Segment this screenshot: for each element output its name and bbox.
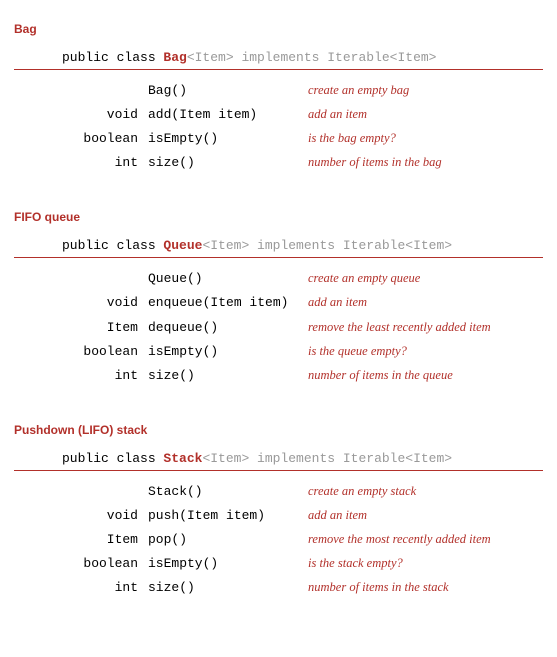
method-signature: size() [148,577,308,599]
class-generic: <Item> [202,451,249,466]
method-description: create an empty stack [308,481,543,502]
method-description: remove the most recently added item [308,529,543,550]
method-row: booleanisEmpty()is the queue empty? [62,341,543,363]
method-row: Stack()create an empty stack [62,481,543,503]
method-description: number of items in the queue [308,365,543,386]
method-signature: isEmpty() [148,128,308,150]
method-description: create an empty queue [308,268,543,289]
method-description: is the queue empty? [308,341,543,362]
method-description: add an item [308,505,543,526]
class-implements: implements Iterable<Item> [249,238,452,253]
method-description: is the stack empty? [308,553,543,574]
class-prefix: public class [62,451,163,466]
method-return-type: int [62,365,148,387]
method-return-type: void [62,292,148,314]
method-row: Queue()create an empty queue [62,268,543,290]
api-section: FIFO queue public class Queue<Item> imple… [14,210,543,386]
class-generic: <Item> [187,50,234,65]
class-name: Queue [163,238,202,253]
class-prefix: public class [62,50,163,65]
method-signature: dequeue() [148,317,308,339]
method-description: add an item [308,104,543,125]
class-implements: implements Iterable<Item> [234,50,437,65]
method-row: voidenqueue(Item item)add an item [62,292,543,314]
method-row: intsize()number of items in the bag [62,152,543,174]
method-description: remove the least recently added item [308,317,543,338]
class-implements: implements Iterable<Item> [249,451,452,466]
method-signature: Bag() [148,80,308,102]
section-title: FIFO queue [14,210,543,224]
method-table: Stack()create an empty stackvoidpush(Ite… [14,481,543,599]
class-name: Stack [163,451,202,466]
method-signature: isEmpty() [148,553,308,575]
method-row: intsize()number of items in the stack [62,577,543,599]
method-return-type: boolean [62,553,148,575]
method-return-type: Item [62,317,148,339]
method-signature: size() [148,365,308,387]
method-row: Itemdequeue()remove the least recently a… [62,317,543,339]
method-row: Itempop()remove the most recently added … [62,529,543,551]
method-signature: push(Item item) [148,505,308,527]
method-row: Bag()create an empty bag [62,80,543,102]
class-declaration: public class Bag<Item> implements Iterab… [14,50,543,70]
method-signature: enqueue(Item item) [148,292,308,314]
api-section: Bagpublic class Bag<Item> implements Ite… [14,22,543,174]
section-title: Pushdown (LIFO) stack [14,423,543,437]
method-signature: add(Item item) [148,104,308,126]
method-row: booleanisEmpty()is the bag empty? [62,128,543,150]
method-signature: Queue() [148,268,308,290]
method-return-type: int [62,577,148,599]
class-declaration: public class Stack<Item> implements Iter… [14,451,543,471]
method-row: voidpush(Item item)add an item [62,505,543,527]
class-declaration: public class Queue<Item> implements Iter… [14,238,543,258]
method-description: is the bag empty? [308,128,543,149]
method-description: number of items in the stack [308,577,543,598]
method-row: voidadd(Item item)add an item [62,104,543,126]
method-description: create an empty bag [308,80,543,101]
api-section: Pushdown (LIFO) stack public class Stack<… [14,423,543,599]
method-return-type: void [62,505,148,527]
method-return-type: boolean [62,128,148,150]
method-return-type: Item [62,529,148,551]
class-generic: <Item> [202,238,249,253]
method-signature: size() [148,152,308,174]
class-name: Bag [163,50,186,65]
method-return-type: boolean [62,341,148,363]
class-prefix: public class [62,238,163,253]
method-signature: pop() [148,529,308,551]
method-description: number of items in the bag [308,152,543,173]
method-row: intsize()number of items in the queue [62,365,543,387]
method-table: Queue()create an empty queuevoidenqueue(… [14,268,543,386]
section-title: Bag [14,22,543,36]
method-description: add an item [308,292,543,313]
method-return-type: void [62,104,148,126]
method-signature: Stack() [148,481,308,503]
method-table: Bag()create an empty bagvoidadd(Item ite… [14,80,543,174]
method-signature: isEmpty() [148,341,308,363]
api-doc: Bagpublic class Bag<Item> implements Ite… [14,22,543,599]
method-return-type: int [62,152,148,174]
method-row: booleanisEmpty()is the stack empty? [62,553,543,575]
